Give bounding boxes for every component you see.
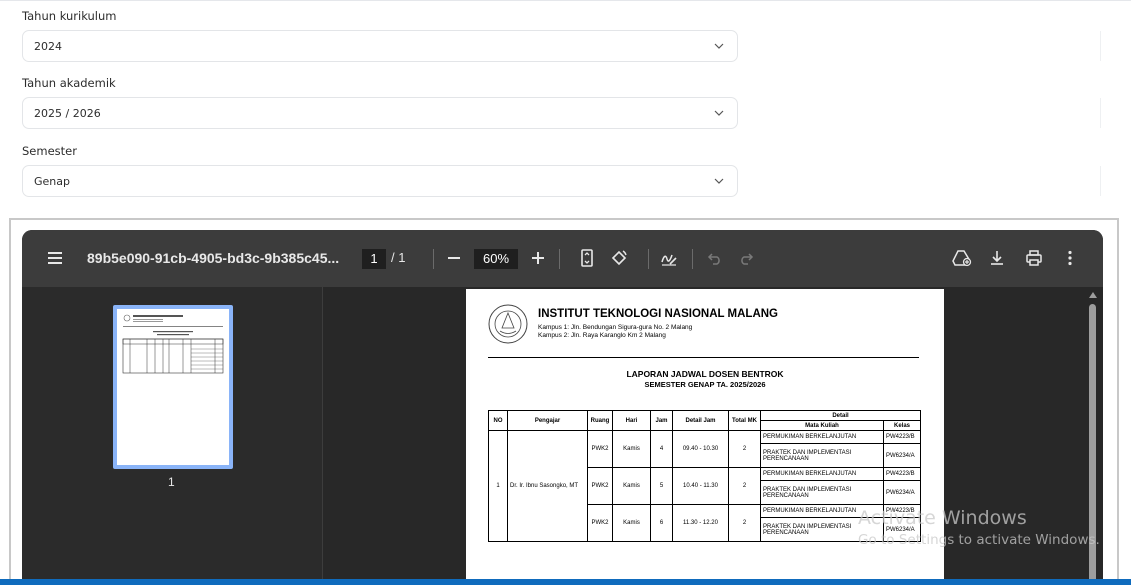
report-title: LAPORAN JADWAL DOSEN BENTROK <box>626 369 784 379</box>
institution-name: INSTITUT TEKNOLOGI NASIONAL MALANG <box>538 308 779 320</box>
cell-time: 10.40 - 11.30 <box>672 467 729 505</box>
zoom-input[interactable]: 60% <box>474 249 518 269</box>
academic-year-select[interactable]: 2025 / 2026 <box>22 97 738 129</box>
cell-lecturer: Dr. Ir. Ibnu Sasongko, MT <box>507 430 588 542</box>
page: Tahun kurikulum 2024 Tahun akademik 2025… <box>0 0 1131 585</box>
more-vertical-icon[interactable] <box>1060 248 1080 268</box>
cell-course: PERMUKIMAN BERKELANJUTAN <box>760 430 884 444</box>
cell-class: PW4223/B <box>883 430 921 444</box>
cell-hour: 4 <box>650 430 673 468</box>
header-total-mk: Total MK <box>728 410 761 431</box>
pen-icon[interactable] <box>659 248 679 268</box>
report-subtitle: SEMESTER GENAP TA. 2025/2026 <box>644 380 766 389</box>
cell-room: PWK2 <box>587 467 613 505</box>
cell-time: 11.30 - 12.20 <box>672 504 729 542</box>
header-time-detail: Detail Jam <box>672 410 729 431</box>
toolbar-divider <box>692 249 693 269</box>
header-course: Mata Kuliah <box>760 420 884 431</box>
cell-course: PRAKTEK DAN IMPLEMENTASI PERENCANAAN <box>760 443 884 468</box>
print-icon[interactable] <box>1024 248 1044 268</box>
semester-label: Semester <box>22 144 77 158</box>
curriculum-year-value: 2024 <box>34 40 62 53</box>
thumbnail-page-number: 1 <box>168 475 175 489</box>
curriculum-year-select[interactable]: 2024 <box>22 30 738 62</box>
chevron-down-icon <box>714 110 724 116</box>
toolbar-divider <box>433 249 434 269</box>
campus-2-address: Kampus 2: Jln. Raya Karanglo Km 2 Malang <box>538 332 666 339</box>
chevron-down-icon <box>714 178 724 184</box>
campus-1-address: Kampus 1: Jln. Bendungan Sigura-gura No.… <box>538 324 693 331</box>
page-count: / 1 <box>391 250 406 265</box>
header-hour: Jam <box>650 410 673 431</box>
cell-hour: 6 <box>650 504 673 542</box>
chevron-down-icon <box>714 43 724 49</box>
file-name: 89b5e090-91cb-4905-bd3c-9b385c45... <box>87 250 340 266</box>
header-class: Kelas <box>883 420 921 431</box>
cell-room: PWK2 <box>587 504 613 542</box>
institution-logo <box>488 304 528 344</box>
download-icon[interactable] <box>987 248 1007 268</box>
activation-watermark-hint: Go to Settings to activate Windows. <box>858 532 1100 548</box>
cell-no: 1 <box>488 430 508 542</box>
academic-year-value: 2025 / 2026 <box>34 107 101 120</box>
rotate-icon[interactable] <box>609 248 629 268</box>
cell-day: Kamis <box>612 467 651 505</box>
page-number-input[interactable]: 1 <box>362 249 386 269</box>
page-thumbnail[interactable] <box>113 305 233 469</box>
right-edge-mark <box>1100 166 1101 196</box>
plus-icon[interactable] <box>528 248 548 268</box>
scroll-up-arrow-icon[interactable] <box>1089 292 1097 298</box>
redo-icon[interactable] <box>736 248 756 268</box>
cell-day: Kamis <box>612 504 651 542</box>
right-edge-mark <box>1100 98 1101 128</box>
cell-total: 2 <box>728 504 761 542</box>
header-room: Ruang <box>587 410 613 431</box>
header-rule <box>488 357 919 358</box>
toolbar-divider <box>648 249 649 269</box>
header-no: NO <box>488 410 508 431</box>
cell-course: PERMUKIMAN BERKELANJUTAN <box>760 467 884 481</box>
drive-add-icon[interactable] <box>952 248 972 268</box>
semester-value: Genap <box>34 175 70 188</box>
cell-total: 2 <box>728 467 761 505</box>
cell-total: 2 <box>728 430 761 468</box>
thumbnail-preview <box>122 314 224 374</box>
table-row: 1 Dr. Ir. Ibnu Sasongko, MT PWK2 Kamis 4… <box>488 430 921 542</box>
cell-room: PWK2 <box>587 430 613 468</box>
curriculum-year-label: Tahun kurikulum <box>22 9 117 23</box>
cell-class: PW4223/B <box>883 467 921 481</box>
header-lecturer: Pengajar <box>507 410 588 431</box>
toolbar-divider <box>559 249 560 269</box>
pdf-toolbar: 89b5e090-91cb-4905-bd3c-9b385c45... 1 / … <box>22 230 1103 287</box>
thumbnail-sidebar: 1 <box>22 287 323 585</box>
activation-watermark-title: Activate Windows <box>858 507 1027 529</box>
cell-time: 09.40 - 10.30 <box>672 430 729 468</box>
cell-class: PW6234/A <box>883 443 921 468</box>
schedule-table: NO Pengajar Ruang Hari Jam Detail Jam To… <box>488 410 921 542</box>
minus-icon[interactable] <box>444 248 464 268</box>
header-day: Hari <box>612 410 651 431</box>
fit-page-icon[interactable] <box>577 248 597 268</box>
semester-select[interactable]: Genap <box>22 165 738 197</box>
menu-icon[interactable] <box>45 248 65 268</box>
academic-year-label: Tahun akademik <box>22 76 116 90</box>
right-edge-mark <box>1100 31 1101 61</box>
cell-class: PW6234/A <box>883 480 921 505</box>
cell-hour: 5 <box>650 467 673 505</box>
cell-day: Kamis <box>612 430 651 468</box>
undo-icon[interactable] <box>705 248 725 268</box>
taskbar-edge <box>0 579 1131 585</box>
header-detail: Detail <box>760 410 921 421</box>
top-divider <box>0 0 1131 1</box>
cell-course: PRAKTEK DAN IMPLEMENTASI PERENCANAAN <box>760 480 884 505</box>
